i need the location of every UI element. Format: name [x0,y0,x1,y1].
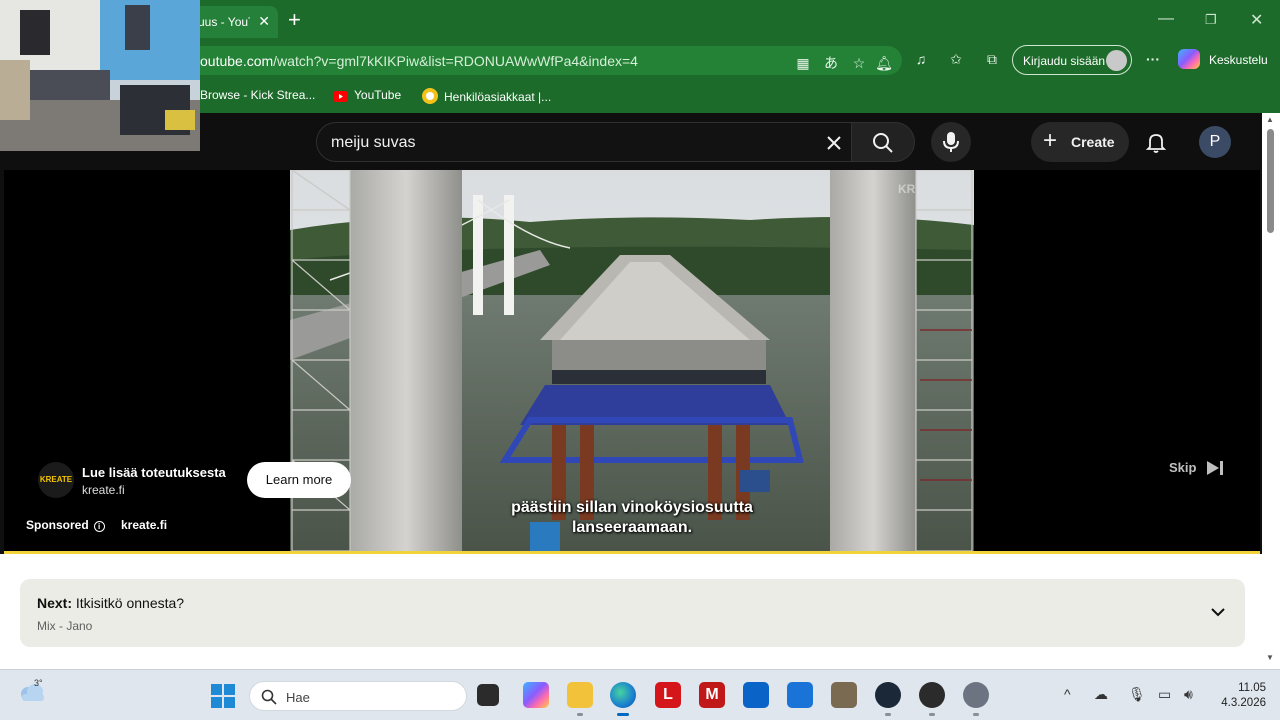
music-icon[interactable]: ♫ [912,50,930,68]
caption-line-1: päästiin sillan vinoköysiosuutta [511,499,753,516]
sponsored-domain[interactable]: kreate.fi [121,518,167,532]
notifications-bell-icon[interactable] [1144,130,1168,154]
url-path: /watch?v=gml7kKIKPiw&list=RDONUAWwWfPa4&… [273,53,638,69]
close-window-icon[interactable]: ✕ [1250,10,1263,30]
weather-temp: 3° [34,678,43,688]
close-tab-icon[interactable]: ✕ [258,13,270,30]
bookmark-youtube[interactable]: YouTube [333,88,401,102]
copilot-icon [1178,49,1200,69]
more-options-icon[interactable]: ··· [1144,50,1162,68]
create-label: Create [1071,134,1115,150]
up-next-subtitle: Mix - Jano [37,619,93,633]
edge-icon[interactable] [610,682,636,716]
signin-button[interactable]: Kirjaudu sisään [1012,45,1132,75]
store-icon[interactable] [787,682,813,708]
url-host: outube.com [200,53,274,69]
game-icon[interactable] [831,682,857,708]
mcafee-icon[interactable]: M [699,682,725,708]
scroll-down-icon[interactable]: ▼ [1266,653,1274,662]
address-bar[interactable]: outube.com/watch?v=gml7kKIKPiw&list=RDON… [150,46,902,75]
onedrive-icon[interactable]: ☁ [1094,686,1108,703]
account-avatar[interactable]: P [1199,126,1231,158]
taskbar-clock[interactable]: 11.05 4.3.2026 [1214,681,1266,711]
favorite-star-icon[interactable]: ☆ [850,54,868,72]
translate-icon[interactable]: あ [822,54,840,72]
video-watermark: KR [898,182,916,196]
obs-icon[interactable] [919,682,945,716]
chevron-down-icon[interactable] [1209,603,1227,621]
bookmark-kick[interactable]: Browse - Kick Strea... [200,88,315,102]
copilot-icon[interactable] [523,682,549,708]
up-next-card[interactable]: Next: Itkisitkö onnesta? Mix - Jano [20,579,1245,647]
up-next-prefix: Next: [37,595,73,611]
apps-icon[interactable]: ▦ [794,54,812,72]
restore-icon[interactable]: ❐ [1205,12,1217,28]
chevron-up-icon[interactable]: ^ [1064,686,1071,702]
search-button[interactable] [851,122,915,162]
windows-start-icon[interactable] [211,684,235,708]
clock-date: 4.3.2026 [1221,697,1266,709]
weather-widget[interactable]: 3° [18,678,46,704]
settings-icon[interactable] [963,682,989,716]
video-caption: päästiin sillan vinoköysiosuutta lanseer… [290,498,974,538]
scrollbar-thumb[interactable] [1267,129,1274,233]
file-explorer-icon[interactable] [567,682,593,716]
l-app-icon[interactable]: L [655,682,681,708]
minimize-icon[interactable]: — [1158,10,1174,28]
clock-time: 11.05 [1238,682,1266,694]
bookmark-henkiloasiakkaat[interactable]: Henkilöasiakkaat |... [422,88,551,104]
ad-title[interactable]: Lue lisää toteutuksesta [82,465,226,480]
sponsored-text: Sponsored [26,518,89,532]
taskbar-search-input[interactable]: Hae [249,681,467,711]
outlook-icon[interactable] [743,682,769,708]
sponsored-label: Sponsored i [26,518,105,532]
bookmark-label: YouTube [354,88,402,102]
ad-domain[interactable]: kreate.fi [82,483,125,497]
collections-icon[interactable]: ⧉ [983,50,1001,68]
favorites-icon[interactable]: ✩ [947,50,965,68]
steam-icon[interactable] [875,682,901,716]
windows-taskbar: 3° Hae L M ^ ☁ 🎙︎ ▭ 🔊︎ 11.05 4.3.2026 [0,669,1280,720]
profile-avatar-icon [1106,50,1127,71]
learn-more-button[interactable]: Learn more [247,462,351,498]
volume-icon[interactable]: 🔊︎ [1184,686,1193,703]
new-tab-icon[interactable]: + [288,9,301,31]
copilot-label: Keskustelu [1209,53,1268,67]
network-icon[interactable]: ▭ [1158,686,1171,703]
microphone-icon[interactable]: 🎙︎ [1128,686,1146,703]
search-query: meiju suvas [331,134,416,151]
skip-label: Skip [1169,460,1197,475]
below-player-area: Next: Itkisitkö onnesta? Mix - Jano [0,554,1262,669]
plus-icon: + [1043,127,1058,154]
webcam-overlay [0,0,200,151]
up-next-video-title: Itkisitkö onnesta? [75,595,185,611]
webcam-room-image [0,0,200,151]
system-tray: ^ ☁ 🎙︎ ▭ 🔊︎ [1062,684,1212,708]
create-button[interactable]: + Create [1031,122,1129,162]
task-view-icon[interactable] [477,684,499,706]
clear-search-icon[interactable] [823,132,845,154]
url-text: outube.com/watch?v=gml7kKIKPiw&list=RDON… [200,53,638,69]
bank-icon [422,88,438,104]
skip-ad-button[interactable]: Skip [1169,460,1223,475]
info-icon[interactable]: i [93,521,105,532]
advertiser-logo[interactable]: KREATE [38,462,74,498]
scroll-up-icon[interactable]: ▲ [1266,115,1274,124]
taskbar-search-placeholder: Hae [286,690,310,705]
voice-search-button[interactable] [931,122,971,162]
tab-title: uus - YouTube [198,15,250,29]
page-scrollbar[interactable]: ▲ ▼ [1262,113,1280,669]
bookmark-label: Browse - Kick Strea... [200,88,316,102]
signin-label: Kirjaudu sisään [1023,54,1106,68]
video-player[interactable]: KR päästiin sillan vinoköysiosuutta lans… [4,170,1260,554]
youtube-icon [333,91,348,102]
bridge-video-image [290,170,974,551]
caption-line-2: lanseeraamaan. [571,519,693,536]
up-next-title: Next: Itkisitkö onnesta? [37,595,184,611]
video-frame[interactable]: KR päästiin sillan vinoköysiosuutta lans… [290,170,974,551]
search-input[interactable]: meiju suvas [316,122,852,162]
notification-bell-icon[interactable]: 🔔︎ [875,54,893,72]
bookmark-label: Henkilöasiakkaat |... [444,90,552,104]
